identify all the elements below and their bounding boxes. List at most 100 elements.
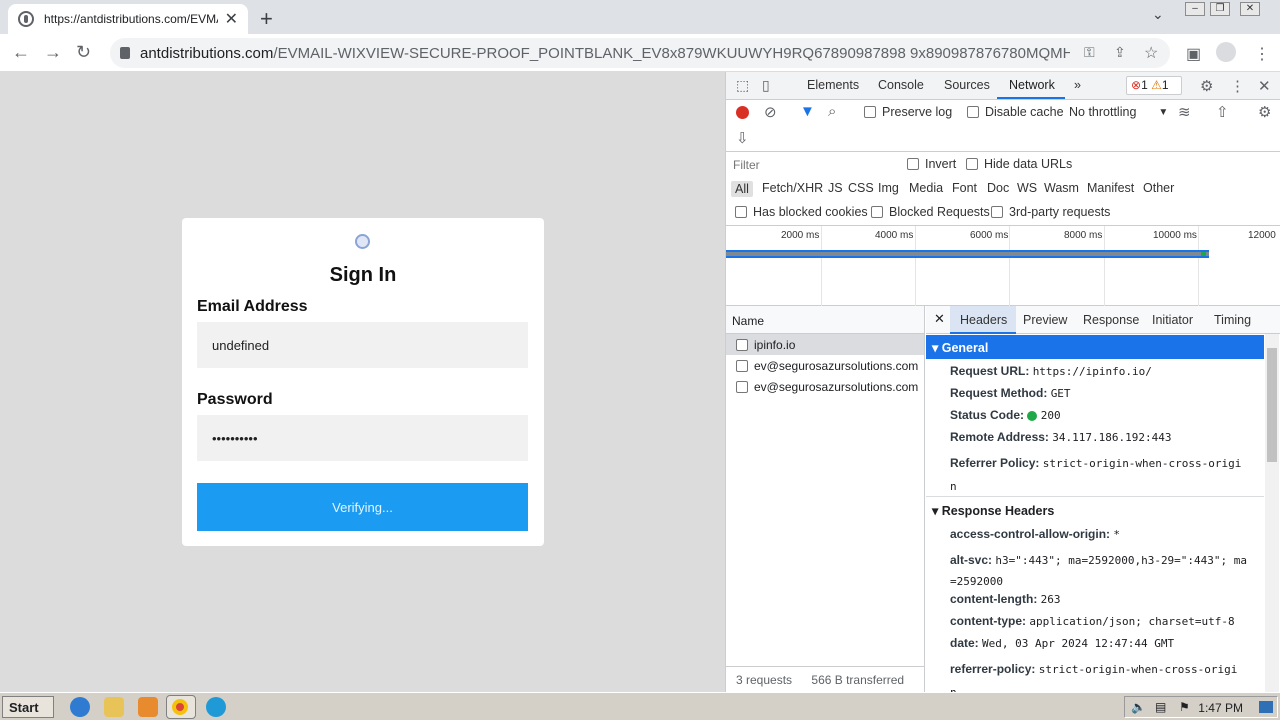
new-tab-button[interactable]: + [260,6,273,32]
email-field[interactable] [197,322,528,368]
clear-icon[interactable]: ⊘ [764,103,777,121]
details-scrollbar[interactable] [1265,334,1279,692]
response-row: access-control-allow-origin: * [950,527,1120,541]
forward-icon[interactable]: → [44,42,62,63]
type-filter-img[interactable]: Img [878,181,899,195]
request-row[interactable]: ev@segurosazursolutions.com [726,355,924,376]
hide-data-urls-checkbox[interactable]: Hide data URLs [966,157,1072,171]
share-icon[interactable]: ⇪ [1114,44,1126,61]
media-player-icon[interactable] [138,697,158,717]
type-filter-all[interactable]: All [731,181,753,197]
search-icon[interactable]: ⌕ [828,103,836,120]
checkbox-icon [871,206,883,218]
type-filter-font[interactable]: Font [952,181,977,195]
network-settings-icon[interactable]: ⚙ [1258,103,1271,121]
start-button[interactable]: Start [2,696,54,718]
request-summary: 3 requests 566 B transferred [726,666,925,692]
tab-elements[interactable]: Elements [807,78,859,92]
menu-icon[interactable]: ⋮ [1254,44,1270,64]
browser-tab[interactable]: https://antdistributions.com/EVMAIL ✕ [8,4,248,34]
general-row: Remote Address: 34.117.186.192:443 [950,430,1172,444]
minimize-icon[interactable]: – [1185,2,1205,16]
profile-avatar[interactable] [1216,42,1236,62]
type-filter-manifest[interactable]: Manifest [1087,181,1134,195]
back-icon[interactable]: ← [12,42,30,63]
tab-preview[interactable]: Preview [1023,313,1067,327]
inspect-icon[interactable]: ⬚ [736,77,749,94]
gridline [821,226,822,306]
invert-checkbox[interactable]: Invert [907,157,956,171]
timeline-bar [726,250,1209,258]
type-filter-ws[interactable]: WS [1017,181,1037,195]
scrollbar-thumb[interactable] [1267,348,1277,462]
preserve-log-checkbox[interactable]: Preserve log [864,105,952,119]
restore-icon[interactable]: ❐ [1210,2,1230,16]
network-conditions-icon[interactable]: ≋ [1178,103,1191,121]
checkbox-icon [966,158,978,170]
bookmark-star-icon[interactable]: ☆ [1144,43,1158,63]
close-tab-icon[interactable]: ✕ [225,9,238,29]
close-devtools-icon[interactable]: ✕ [1258,77,1271,95]
tab-search-icon[interactable]: ⌄ [1152,6,1164,23]
close-window-icon[interactable]: ✕ [1240,2,1260,16]
request-row[interactable]: ev@segurosazursolutions.com [726,376,924,397]
network-icon[interactable]: ▤ [1155,700,1166,714]
details-tabs: ✕ Headers Preview Response Initiator Tim… [926,306,1280,334]
tab-timing[interactable]: Timing [1214,313,1251,327]
blocked-cookies-checkbox[interactable]: Has blocked cookies [735,205,868,219]
internet-explorer-icon[interactable] [70,697,90,717]
type-filter-css[interactable]: CSS [848,181,874,195]
key-icon[interactable]: ⚿ [1084,44,1095,61]
device-toggle-icon[interactable]: ▯ [762,77,770,94]
type-filter-fetch[interactable]: Fetch/XHR [762,181,823,195]
clock: 1:47 PM [1198,701,1243,715]
throttling-select[interactable]: No throttling ▼ [1069,105,1168,119]
filter-input[interactable] [729,155,894,175]
type-filter-wasm[interactable]: Wasm [1044,181,1079,195]
type-filter-js[interactable]: JS [828,181,843,195]
upload-icon[interactable]: ⇧ [1216,103,1229,121]
name-column-header[interactable]: Name [726,306,924,334]
flag-icon[interactable]: ⚑ [1179,700,1190,714]
type-filter-doc[interactable]: Doc [987,181,1009,195]
settings-icon[interactable]: ⚙ [1200,77,1213,95]
download-icon[interactable]: ⇩ [736,129,749,147]
edge-icon[interactable] [206,697,226,717]
filter-icon[interactable]: ▼ [800,103,815,120]
request-row[interactable]: ipinfo.io [726,334,924,355]
network-timeline[interactable]: 2000 ms 4000 ms 6000 ms 8000 ms 10000 ms… [726,226,1280,306]
third-party-checkbox[interactable]: 3rd-party requests [991,205,1110,219]
file-explorer-icon[interactable] [104,697,124,717]
page-viewport: Sign In Email Address Password Verifying… [0,72,725,692]
type-filter-media[interactable]: Media [909,181,943,195]
response-row: date: Wed, 03 Apr 2024 12:47:44 GMT [950,636,1175,650]
close-details-icon[interactable]: ✕ [934,311,945,327]
more-options-icon[interactable]: ⋮ [1230,77,1245,95]
tab-response[interactable]: Response [1083,313,1139,327]
volume-icon[interactable]: 🔈 [1131,700,1146,714]
type-filter-other[interactable]: Other [1143,181,1174,195]
blocked-requests-checkbox[interactable]: Blocked Requests [871,205,990,219]
tab-console[interactable]: Console [878,78,924,92]
record-icon[interactable] [736,106,749,119]
side-panel-icon[interactable]: ▣ [1186,44,1201,64]
devtools-panel: ⬚ ▯ Elements Console Sources Network » ⊗… [725,72,1280,699]
show-desktop-icon[interactable] [1259,701,1273,713]
tab-sources[interactable]: Sources [944,78,990,92]
tab-network[interactable]: Network [1009,78,1055,92]
address-bar[interactable]: antdistributions.com/EVMAIL-WIXVIEW-SECU… [110,38,1170,68]
verify-button[interactable]: Verifying... [197,483,528,531]
tab-initiator[interactable]: Initiator [1152,313,1193,327]
reload-icon[interactable]: ↻ [76,42,91,63]
network-toolbar: ⊘ ▼ ⌕ Preserve log Disable cache No thro… [726,100,1280,152]
timeline-tick: 4000 ms [875,230,914,241]
tab-headers[interactable]: Headers [960,313,1007,327]
tab-title: https://antdistributions.com/EVMAIL [44,12,218,26]
disable-cache-checkbox[interactable]: Disable cache [967,105,1064,119]
password-field[interactable] [197,415,528,461]
issues-badge[interactable]: ⊗1 ⚠1 [1126,76,1182,95]
timeline-bar-end [1201,252,1206,256]
general-section-header[interactable]: ▾ General [926,335,1264,359]
more-tabs-icon[interactable]: » [1074,78,1081,92]
response-headers-section-header[interactable]: ▾ Response Headers [926,498,1264,522]
